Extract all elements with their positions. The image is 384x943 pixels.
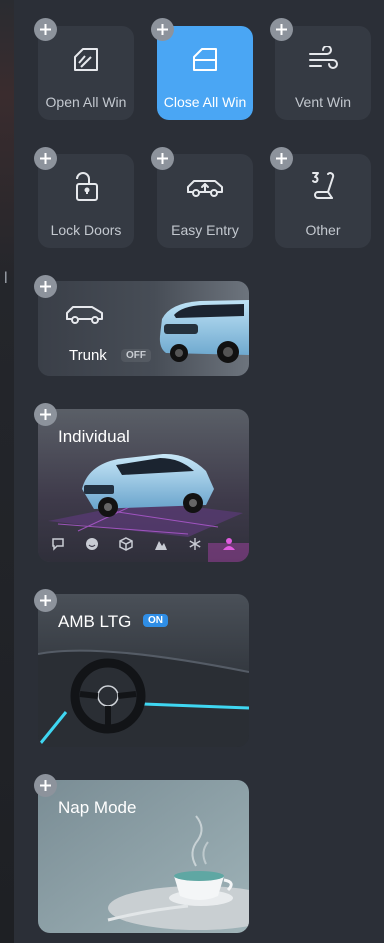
wind-icon bbox=[275, 42, 371, 76]
car-outline-icon bbox=[64, 303, 106, 330]
open-all-windows-button[interactable]: Open All Win bbox=[38, 26, 134, 120]
individual-mode-icon-row bbox=[48, 534, 239, 554]
add-close-all-windows-button[interactable] bbox=[151, 18, 174, 41]
lock-doors-button[interactable]: Lock Doors bbox=[38, 154, 134, 248]
add-trunk-button[interactable] bbox=[34, 275, 57, 298]
window-close-icon bbox=[157, 42, 253, 76]
vent-windows-button[interactable]: Vent Win bbox=[275, 26, 371, 120]
plus-icon bbox=[40, 153, 51, 164]
add-other-seat-button[interactable] bbox=[270, 147, 293, 170]
snowflake-icon[interactable] bbox=[185, 535, 205, 553]
car-lift-icon bbox=[157, 170, 253, 204]
ambient-lighting-title: AMB LTG bbox=[58, 612, 132, 631]
plus-icon bbox=[40, 780, 51, 791]
plus-icon bbox=[40, 595, 51, 606]
plus-icon bbox=[276, 24, 287, 35]
seat-icon bbox=[275, 170, 371, 204]
add-vent-windows-button[interactable] bbox=[270, 18, 293, 41]
close-all-windows-label: Close All Win bbox=[163, 94, 247, 110]
cube-icon[interactable] bbox=[116, 535, 136, 553]
vent-windows-label: Vent Win bbox=[294, 94, 352, 110]
plus-icon bbox=[40, 281, 51, 292]
nap-mode-title: Nap Mode bbox=[58, 798, 137, 817]
plus-icon bbox=[157, 153, 168, 164]
ambient-lighting-card[interactable]: AMB LTG ON bbox=[38, 594, 249, 747]
easy-entry-label: Easy Entry bbox=[171, 222, 239, 238]
easy-entry-button[interactable]: Easy Entry bbox=[157, 154, 253, 248]
window-open-icon bbox=[38, 42, 134, 76]
person-icon[interactable] bbox=[219, 535, 239, 553]
individual-mode-card[interactable]: Individual bbox=[38, 409, 249, 562]
background-text-fragment: l bbox=[4, 270, 8, 287]
trunk-card[interactable]: Trunk OFF bbox=[38, 281, 249, 376]
add-open-all-windows-button[interactable] bbox=[34, 18, 57, 41]
close-all-windows-button[interactable]: Close All Win bbox=[157, 26, 253, 120]
plus-icon bbox=[40, 409, 51, 420]
background-content: l bbox=[0, 0, 14, 943]
other-seat-label: Other bbox=[305, 222, 341, 238]
ambient-lighting-status-badge: ON bbox=[143, 614, 168, 627]
open-all-windows-label: Open All Win bbox=[45, 94, 127, 110]
smile-icon[interactable] bbox=[82, 535, 102, 553]
other-seat-button[interactable]: Other bbox=[275, 154, 371, 248]
plus-icon bbox=[40, 24, 51, 35]
trunk-title: Trunk bbox=[69, 347, 107, 364]
unlock-icon bbox=[38, 170, 134, 204]
add-easy-entry-button[interactable] bbox=[151, 147, 174, 170]
quick-controls-panel: Open All Win Close All Win Vent Win Lock… bbox=[14, 0, 384, 943]
mountain-icon[interactable] bbox=[151, 535, 171, 553]
add-nap-mode-button[interactable] bbox=[34, 774, 57, 797]
trunk-status-badge: OFF bbox=[121, 349, 151, 362]
lock-doors-label: Lock Doors bbox=[50, 222, 122, 238]
plus-icon bbox=[157, 24, 168, 35]
add-ambient-lighting-button[interactable] bbox=[34, 589, 57, 612]
plus-icon bbox=[276, 153, 287, 164]
add-individual-mode-button[interactable] bbox=[34, 403, 57, 426]
nap-mode-card[interactable]: Nap Mode bbox=[38, 780, 249, 933]
chat-bubble-icon[interactable] bbox=[48, 535, 68, 553]
individual-title: Individual bbox=[58, 427, 130, 446]
add-lock-doors-button[interactable] bbox=[34, 147, 57, 170]
